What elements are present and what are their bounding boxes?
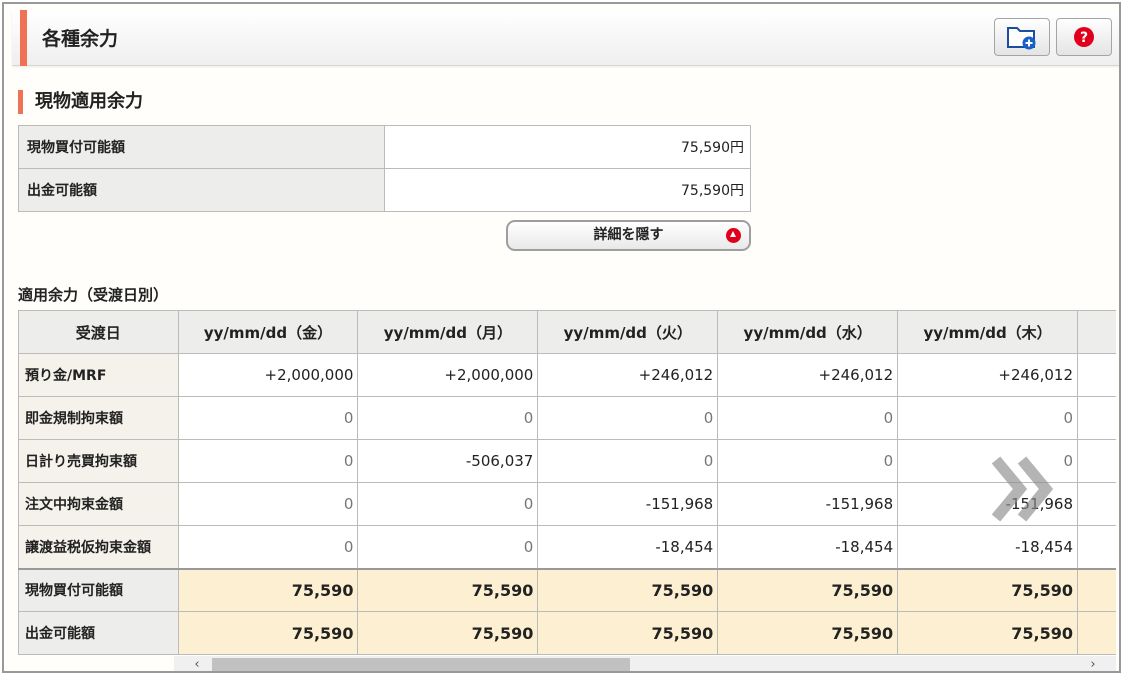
page-title: 各種余力: [42, 28, 119, 50]
table-row: 譲渡益税仮拘束金額 0 0 -18,454 -18,454 -18,454: [18, 525, 1116, 569]
folder-add-button[interactable]: [994, 18, 1050, 56]
row-label: 出金可能額: [18, 611, 179, 655]
arrow-up-circle-icon: [726, 228, 741, 243]
table-cell: [1077, 525, 1116, 569]
table-cell: +2,000,000: [177, 353, 359, 397]
row-label: 預り金/MRF: [18, 353, 179, 397]
table-row: 出金可能額 75,590 75,590 75,590 75,590 75,590: [18, 611, 1116, 655]
summary-row: 出金可能額 75,590円: [18, 168, 751, 212]
table-cell: 75,590: [177, 567, 359, 612]
table-cell: [1077, 396, 1116, 440]
table-cell: 75,590: [177, 611, 359, 655]
by-date-title: 適用余力（受渡日別）: [18, 286, 169, 304]
table-cell: 0: [177, 439, 359, 483]
table-cell: 0: [537, 396, 719, 440]
table-cell: [1077, 482, 1116, 526]
table-row: 預り金/MRF +2,000,000 +2,000,000 +246,012 +246,…: [18, 353, 1116, 397]
table-cell: +246,012: [717, 353, 899, 397]
table-cell: 75,590: [717, 567, 899, 612]
row-label: 日計り売買拘束額: [18, 439, 179, 483]
row-label: 譲渡益税仮拘束金額: [18, 525, 179, 569]
row-label: 即金規制拘束額: [18, 396, 179, 440]
table-cell: 0: [357, 525, 539, 569]
table-cell: 0: [897, 396, 1079, 440]
table-cell: +246,012: [897, 353, 1079, 397]
table-cell: -18,454: [537, 525, 719, 569]
hide-details-button[interactable]: 詳細を隠す: [506, 220, 751, 251]
table-cell: -151,968: [537, 482, 719, 526]
table-cell: 75,590: [537, 567, 719, 612]
table-cell: 75,590: [537, 611, 719, 655]
table-cell: +2,000,000: [357, 353, 539, 397]
table-cell: 75,590: [717, 611, 899, 655]
table-row: 注文中拘束金額 0 0 -151,968 -151,968 -151,968: [18, 482, 1116, 526]
by-date-table-viewport[interactable]: 受渡日 yy/mm/dd（金） yy/mm/dd（月） yy/mm/dd（火） yy/m…: [18, 310, 1116, 656]
table-row: 日計り売買拘束額 0 -506,037 0 0 0: [18, 439, 1116, 483]
table-cell: 0: [177, 482, 359, 526]
table-cell: +246,012: [537, 353, 719, 397]
table-cell: 0: [717, 396, 899, 440]
scroll-left-button[interactable]: ‹: [188, 656, 206, 671]
table-cell: 0: [717, 439, 899, 483]
page-header: 各種余力 ?: [12, 10, 1119, 66]
table-cell: [1077, 353, 1116, 397]
summary-table: 現物買付可能額 75,590円 出金可能額 75,590円: [18, 125, 751, 212]
column-header-date: yy/mm/dd（木）: [897, 310, 1079, 354]
header-accent-bar: [20, 10, 27, 66]
table-row: 即金規制拘束額 0 0 0 0 0: [18, 396, 1116, 440]
table-cell: 0: [177, 396, 359, 440]
summary-value: 75,590円: [384, 168, 751, 212]
column-header-date: yy/mm/dd（月）: [357, 310, 539, 354]
scroll-right-button[interactable]: ›: [1084, 656, 1102, 671]
table-cell: 0: [537, 439, 719, 483]
help-button[interactable]: ?: [1056, 18, 1112, 56]
double-chevron-right-icon[interactable]: [990, 454, 1056, 524]
help-icon: ?: [1074, 27, 1094, 47]
table-cell: -151,968: [717, 482, 899, 526]
hide-details-label: 詳細を隠す: [593, 227, 664, 243]
table-cell: 0: [177, 525, 359, 569]
table-row: 現物買付可能額 75,590 75,590 75,590 75,590 75,590: [18, 567, 1116, 612]
table-cell: -18,454: [717, 525, 899, 569]
table-cell: -18,454: [897, 525, 1079, 569]
table-cell: [1077, 567, 1116, 612]
table-cell: 75,590: [357, 567, 539, 612]
table-cell: 0: [357, 396, 539, 440]
row-label: 現物買付可能額: [18, 567, 179, 612]
summary-label: 現物買付可能額: [18, 125, 385, 169]
table-cell: 75,590: [357, 611, 539, 655]
table-cell: 75,590: [897, 567, 1079, 612]
table-cell: 75,590: [897, 611, 1079, 655]
row-label: 注文中拘束金額: [18, 482, 179, 526]
table-cell: -506,037: [357, 439, 539, 483]
horizontal-scrollbar[interactable]: ‹ ›: [174, 656, 1116, 671]
svg-text:?: ?: [1080, 30, 1088, 46]
table-cell: [1077, 439, 1116, 483]
column-header-date: yy/mm/dd（火）: [537, 310, 719, 354]
summary-label: 出金可能額: [18, 168, 385, 212]
column-header-date-label: 受渡日: [18, 310, 179, 354]
summary-value: 75,590円: [384, 125, 751, 169]
summary-row: 現物買付可能額 75,590円: [18, 125, 751, 169]
table-cell: [1077, 611, 1116, 655]
column-header-date: yy/m: [1077, 310, 1116, 354]
column-header-date: yy/mm/dd（金）: [177, 310, 359, 354]
table-cell: 0: [357, 482, 539, 526]
scroll-thumb[interactable]: [212, 658, 630, 671]
page-frame: 各種余力 ? 現物適用余力 現物買付可能額 75,590円 出金可能額 75,590円…: [2, 2, 1121, 673]
by-date-table: 受渡日 yy/mm/dd（金） yy/mm/dd（月） yy/mm/dd（火） yy/m…: [18, 310, 1116, 655]
section-title: 現物適用余力: [18, 90, 143, 114]
folder-add-icon: [1007, 27, 1036, 50]
column-header-date: yy/mm/dd（水）: [717, 310, 899, 354]
